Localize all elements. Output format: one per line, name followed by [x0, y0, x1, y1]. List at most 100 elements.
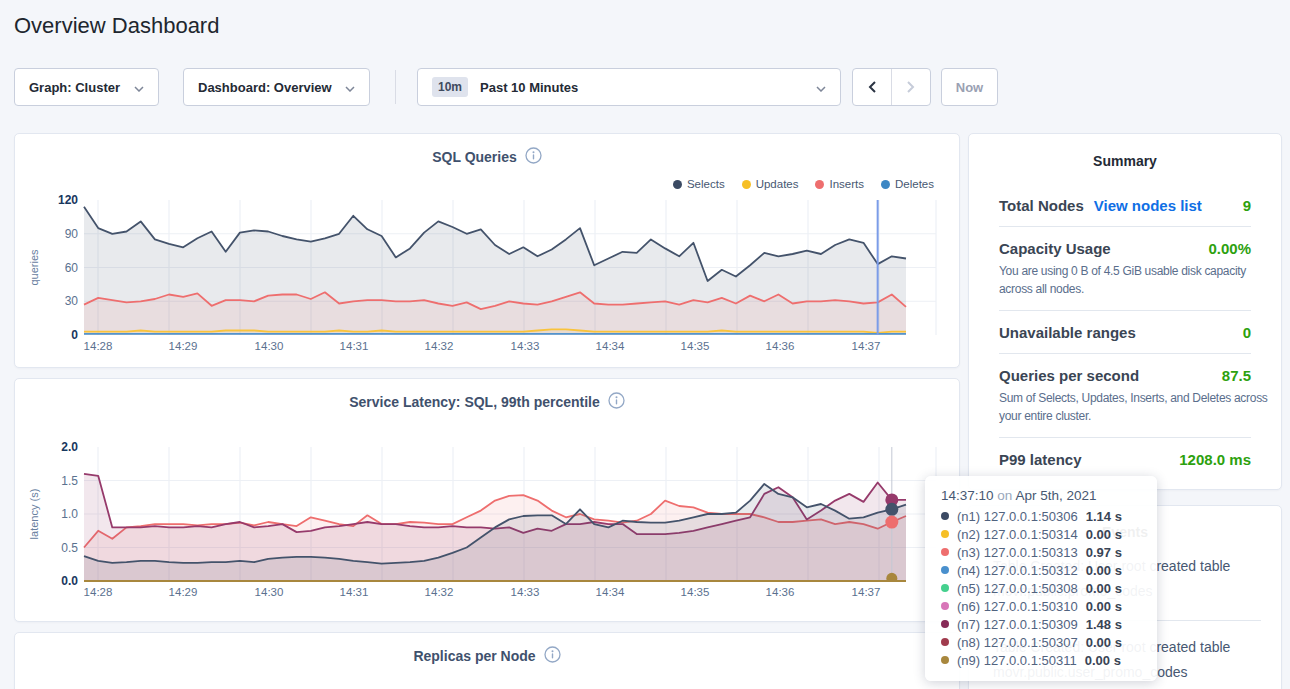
tooltip-row: (n2) 127.0.0.1:50314 0.00 s	[941, 525, 1141, 543]
y-axis-label: latency (s)	[28, 489, 40, 540]
qps-label: Queries per second	[999, 367, 1139, 384]
dashboard-dropdown-label: Dashboard: Overview	[198, 80, 332, 95]
tooltip-row: (n5) 127.0.0.1:50308 0.00 s	[941, 579, 1141, 597]
y-tick-label: 1.5	[61, 474, 78, 488]
y-tick-label: 120	[58, 193, 78, 207]
chevron-down-icon	[816, 80, 826, 95]
x-tick-label: 14:34	[596, 340, 625, 352]
node-color-dot	[941, 548, 949, 556]
unavailable-label: Unavailable ranges	[999, 324, 1136, 341]
x-tick-label: 14:33	[511, 340, 540, 352]
page-title: Overview Dashboard	[14, 13, 219, 39]
tooltip-row: (n3) 127.0.0.1:50313 0.97 s	[941, 543, 1141, 561]
total-nodes-label: Total Nodes	[999, 197, 1084, 214]
x-tick-label: 14:31	[340, 340, 369, 352]
tooltip-value: 0.00 s	[1086, 527, 1122, 542]
x-tick-label: 14:32	[425, 340, 454, 352]
tooltip-node: (n6) 127.0.0.1:50310	[957, 599, 1078, 614]
node-color-dot	[941, 620, 949, 628]
total-nodes-value: 9	[1243, 197, 1251, 214]
y-tick-label: 0	[71, 328, 78, 342]
x-tick-label: 14:31	[340, 586, 369, 598]
tooltip-node: (n3) 127.0.0.1:50313	[957, 545, 1078, 560]
tooltip-value: 0.97 s	[1086, 545, 1122, 560]
tooltip-value: 1.48 s	[1086, 617, 1122, 632]
y-tick-label: 90	[65, 227, 79, 241]
x-tick-label: 14:29	[169, 340, 198, 352]
replicas-title: Replicas per Node	[413, 648, 535, 664]
legend-item[interactable]: Deletes	[881, 178, 934, 190]
tooltip-value: 0.00 s	[1086, 581, 1122, 596]
x-tick-label: 14:37	[852, 586, 881, 598]
summary-title: Summary	[969, 134, 1281, 169]
legend-label: Inserts	[829, 178, 864, 190]
x-tick-label: 14:32	[425, 586, 454, 598]
qps-desc: Sum of Selects, Updates, Inserts, and De…	[999, 384, 1269, 425]
y-tick-label: 60	[65, 261, 79, 275]
legend-label: Deletes	[895, 178, 934, 190]
info-icon[interactable]	[525, 147, 542, 167]
graph-dropdown[interactable]: Graph: Cluster	[14, 68, 159, 106]
legend-label: Updates	[756, 178, 799, 190]
tooltip-node: (n1) 127.0.0.1:50306	[957, 509, 1078, 524]
time-nav-group	[852, 68, 931, 106]
legend-item[interactable]: Updates	[742, 178, 799, 190]
x-tick-label: 14:34	[596, 586, 625, 598]
x-tick-label: 14:35	[681, 586, 710, 598]
capacity-label: Capacity Usage	[999, 240, 1111, 257]
tooltip-value: 0.00 s	[1086, 599, 1122, 614]
y-tick-label: 0.0	[61, 574, 78, 588]
info-icon[interactable]	[544, 646, 561, 666]
sql-queries-chart[interactable]: 120906030014:2814:2914:3014:3114:3214:33…	[15, 134, 961, 369]
tooltip-row: (n7) 127.0.0.1:50309 1.48 s	[941, 615, 1141, 633]
latency-title: Service Latency: SQL, 99th percentile	[349, 394, 600, 410]
y-tick-label: 0.5	[61, 541, 78, 555]
p99-label: P99 latency	[999, 451, 1082, 468]
sql-queries-panel: 120906030014:2814:2914:3014:3114:3214:33…	[14, 133, 960, 368]
latency-chart[interactable]: 2.01.51.00.50.014:2814:2914:3014:3114:32…	[15, 379, 961, 623]
node-color-dot	[941, 530, 949, 538]
graph-dropdown-label: Graph: Cluster	[29, 80, 120, 95]
info-icon[interactable]	[608, 392, 625, 412]
capacity-desc: You are using 0 B of 4.5 GiB usable disk…	[999, 257, 1269, 298]
dashboard-dropdown[interactable]: Dashboard: Overview	[183, 68, 370, 106]
y-tick-label: 1.0	[61, 507, 78, 521]
chart-hover-tooltip: 14:37:10 on Apr 5th, 2021 (n1) 127.0.0.1…	[925, 476, 1157, 681]
node-color-dot	[941, 512, 949, 520]
x-tick-label: 14:36	[766, 586, 795, 598]
time-range-badge: 10m	[432, 77, 468, 97]
node-color-dot	[941, 566, 949, 574]
time-next-button[interactable]	[892, 69, 931, 105]
view-nodes-link[interactable]: View nodes list	[1094, 197, 1202, 214]
x-tick-label: 14:37	[852, 340, 881, 352]
tooltip-value: 0.00 s	[1086, 563, 1122, 578]
controls-divider	[395, 70, 396, 104]
time-range-selector[interactable]: 10m Past 10 Minutes	[417, 68, 841, 106]
tooltip-node: (n7) 127.0.0.1:50309	[957, 617, 1078, 632]
legend-dot	[742, 180, 751, 189]
x-tick-label: 14:30	[255, 340, 284, 352]
now-button[interactable]: Now	[941, 68, 998, 106]
legend-dot	[673, 180, 682, 189]
tooltip-row: (n9) 127.0.0.1:503110.00 s	[941, 651, 1141, 669]
tooltip-value: 1.14 s	[1086, 509, 1122, 524]
time-range-label: Past 10 Minutes	[480, 80, 578, 95]
summary-panel: Summary Total Nodes View nodes list 9 Ca…	[968, 133, 1282, 490]
legend-item[interactable]: Inserts	[815, 178, 864, 190]
x-tick-label: 14:33	[511, 586, 540, 598]
unavailable-value: 0	[1243, 324, 1251, 341]
x-tick-label: 14:35	[681, 340, 710, 352]
node-color-dot	[941, 638, 949, 646]
tooltip-node: (n5) 127.0.0.1:50308	[957, 581, 1078, 596]
legend-item[interactable]: Selects	[673, 178, 725, 190]
y-tick-label: 2.0	[61, 440, 78, 454]
y-axis-label: queries	[28, 249, 40, 286]
legend-dot	[881, 180, 890, 189]
tooltip-row: (n8) 127.0.0.1:503070.00 s	[941, 633, 1141, 651]
time-prev-button[interactable]	[853, 69, 892, 105]
tooltip-node: (n2) 127.0.0.1:50314	[957, 527, 1078, 542]
tooltip-value: 0.00 s	[1085, 653, 1121, 668]
x-tick-label: 14:28	[84, 340, 113, 352]
tooltip-value: 0.00 s	[1086, 635, 1122, 650]
tooltip-node: (n4) 127.0.0.1:50312	[957, 563, 1078, 578]
